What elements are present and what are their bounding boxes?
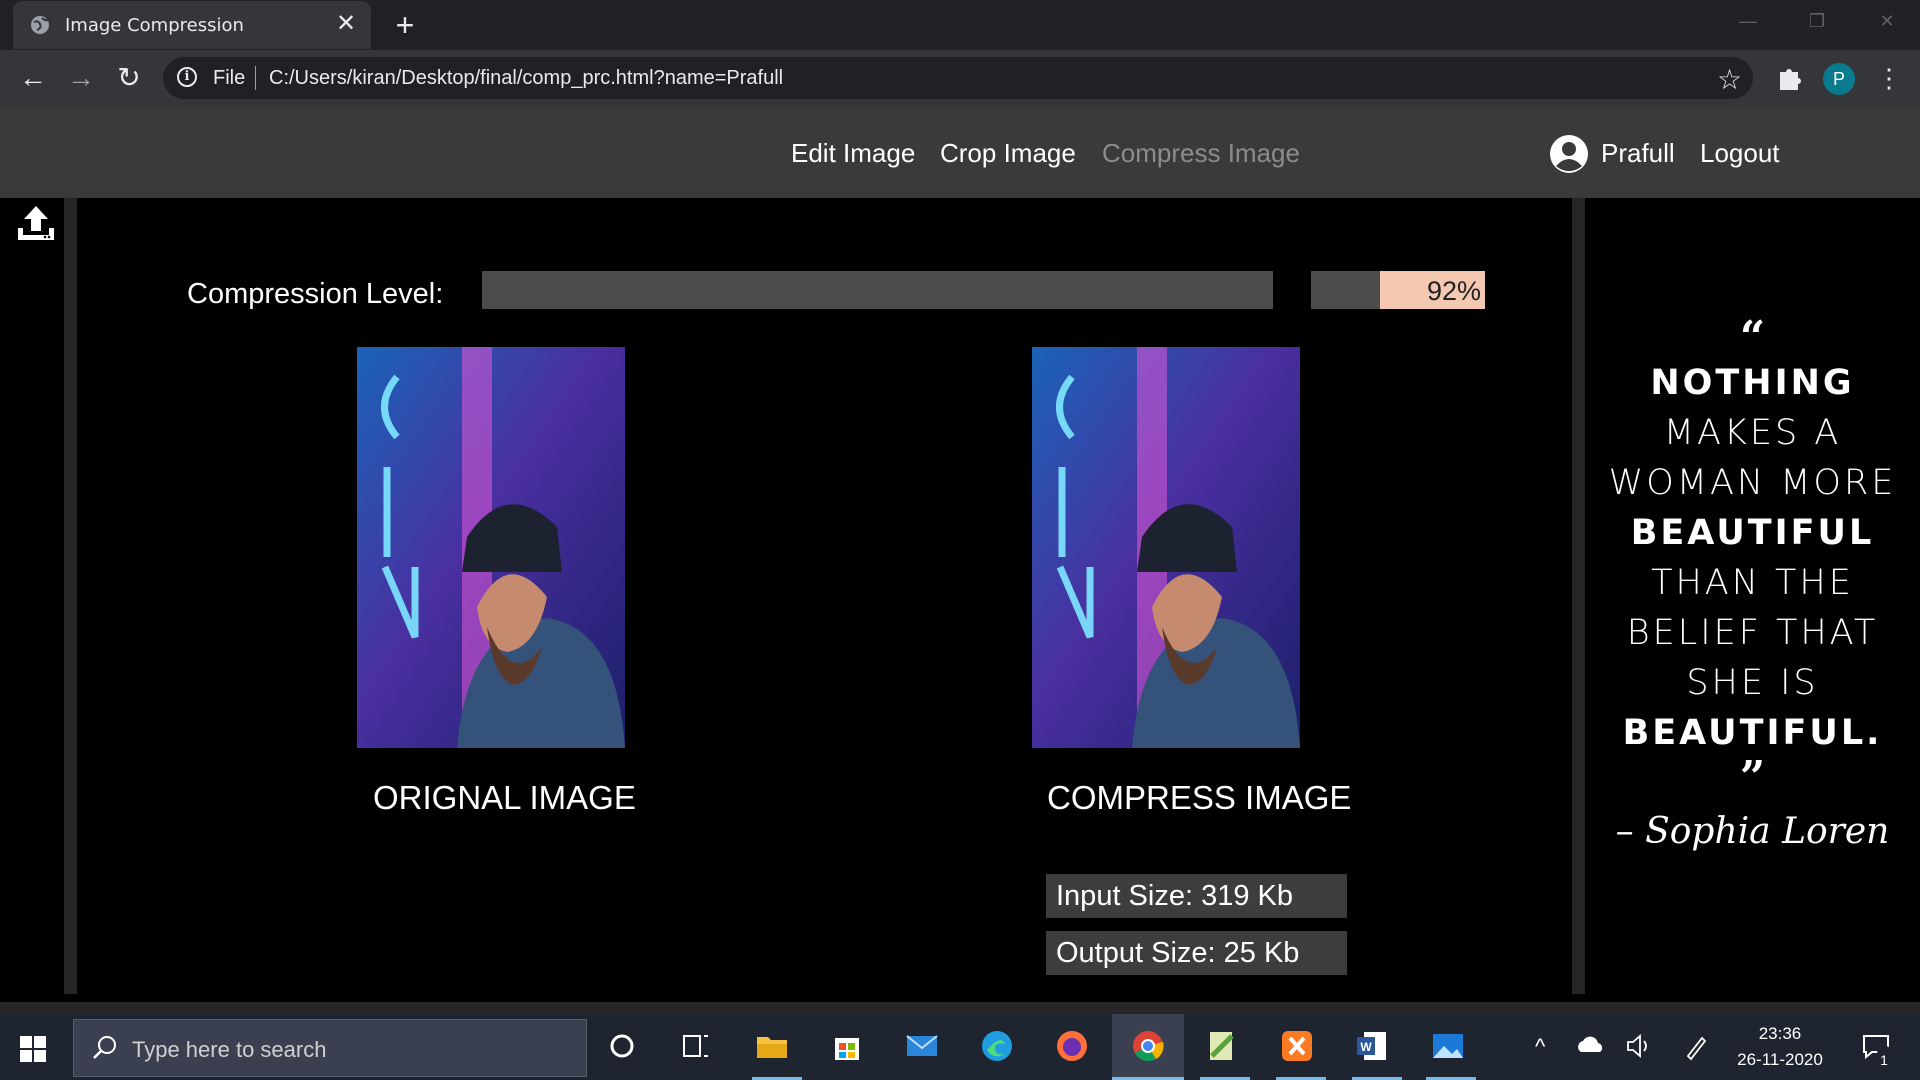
address-url[interactable]: C:/Users/kiran/Desktop/final/comp_prc.ht… [269, 67, 783, 90]
compression-slider-track[interactable] [482, 271, 1380, 309]
volume-icon[interactable] [1624, 1028, 1654, 1064]
cortana-icon[interactable] [604, 1028, 640, 1064]
quote-author: – Sophia Loren [1615, 811, 1890, 852]
microsoft-store-icon[interactable] [829, 1028, 865, 1064]
original-image-caption: ORIGNAL IMAGE [373, 779, 636, 816]
back-icon[interactable]: ← [14, 59, 52, 97]
xampp-icon[interactable] [1279, 1028, 1315, 1064]
quote-line: SHE IS [1686, 663, 1819, 703]
quote-line: MAKES A [1663, 413, 1842, 453]
windows-start-icon[interactable] [20, 1036, 46, 1062]
clock-time[interactable]: 23:36 [1730, 1024, 1830, 1044]
page-bottom-bar [0, 1002, 1920, 1014]
taskbar-search-box[interactable]: Type here to search [73, 1019, 587, 1077]
nav-crop-image[interactable]: Crop Image [940, 138, 1076, 169]
profile-avatar[interactable]: P [1823, 63, 1855, 95]
quote-close-mark: ” [1739, 752, 1766, 803]
user-name[interactable]: Prafull [1601, 138, 1675, 169]
address-bar[interactable]: i File C:/Users/kiran/Desktop/final/comp… [163, 57, 1753, 99]
quote-line: BELIEF THAT [1626, 613, 1879, 653]
quote-line: WOMAN MORE [1608, 463, 1897, 503]
windows-taskbar: Type here to search W ^ 23:36 26-11-2020… [0, 1014, 1920, 1080]
globe-icon [31, 16, 49, 34]
quote-line: THAN THE [1651, 563, 1854, 603]
web-page: Edit Image Crop Image Compress Image Pra… [0, 106, 1920, 1014]
top-navigation: Edit Image Crop Image Compress Image Pra… [0, 106, 1920, 198]
word-icon[interactable]: W [1354, 1028, 1390, 1064]
forward-icon[interactable]: → [62, 59, 100, 97]
photos-icon[interactable] [1430, 1028, 1466, 1064]
task-view-icon[interactable] [678, 1028, 714, 1064]
onedrive-cloud-icon[interactable] [1576, 1028, 1606, 1064]
left-sidebar [0, 198, 64, 998]
compression-level-label: Compression Level: [187, 278, 444, 310]
extensions-puzzle-icon[interactable] [1774, 63, 1804, 93]
svg-text:W: W [1360, 1040, 1372, 1054]
quote-open-mark: “ [1739, 312, 1766, 363]
compressed-image [1032, 347, 1300, 748]
tab-title: Image Compression [65, 15, 244, 36]
chrome-icon[interactable] [1130, 1028, 1166, 1064]
quote-panel: “ NOTHING MAKES A WOMAN MORE BEAUTIFUL T… [1585, 198, 1920, 994]
quote-line: NOTHING [1650, 363, 1855, 403]
right-divider [1572, 198, 1585, 994]
notification-count: 1 [1880, 1052, 1888, 1068]
quote-line: BEAUTIFUL. [1622, 713, 1883, 753]
original-image [357, 347, 625, 748]
close-tab-icon[interactable]: ✕ [333, 11, 359, 37]
file-explorer-icon[interactable] [754, 1028, 790, 1064]
upload-icon[interactable] [16, 204, 56, 244]
logout-link[interactable]: Logout [1700, 138, 1780, 169]
tray-chevron-icon[interactable]: ^ [1535, 1034, 1545, 1060]
left-divider [64, 198, 77, 994]
bookmark-star-icon[interactable]: ☆ [1717, 63, 1742, 96]
nav-edit-image[interactable]: Edit Image [791, 138, 915, 169]
compression-slider-thumb[interactable] [1273, 271, 1311, 309]
reload-icon[interactable]: ↻ [110, 59, 148, 97]
window-close-icon[interactable]: ✕ [1852, 0, 1920, 45]
user-account-icon [1550, 135, 1588, 173]
browser-tabstrip: Image Compression ✕ + — ❐ ✕ [0, 0, 1920, 50]
pen-workspace-icon[interactable] [1680, 1028, 1710, 1064]
address-scheme: File [213, 67, 246, 89]
compression-panel: Compression Level: 92% ORIGNAL IMAGE COM… [77, 198, 1572, 994]
mail-icon[interactable] [904, 1028, 940, 1064]
site-info-icon[interactable]: i [177, 67, 197, 87]
new-tab-button[interactable]: + [390, 9, 420, 41]
clock-date[interactable]: 26-11-2020 [1730, 1050, 1830, 1070]
browser-toolbar: ← → ↻ i File C:/Users/kiran/Desktop/fina… [0, 50, 1920, 106]
nav-compress-image[interactable]: Compress Image [1102, 138, 1300, 169]
compressed-image-caption: COMPRESS IMAGE [1047, 779, 1352, 816]
browser-tab[interactable]: Image Compression ✕ [13, 1, 371, 49]
compression-level-value: 92% [1380, 271, 1485, 309]
minimize-icon[interactable]: — [1713, 0, 1783, 45]
notepad-plus-icon[interactable] [1204, 1028, 1240, 1064]
edge-icon[interactable] [979, 1028, 1015, 1064]
restore-icon[interactable]: ❐ [1782, 0, 1852, 45]
firefox-icon[interactable] [1054, 1028, 1090, 1064]
address-separator [255, 66, 256, 90]
taskbar-search-placeholder: Type here to search [132, 1037, 327, 1062]
quote-block: “ NOTHING MAKES A WOMAN MORE BEAUTIFUL T… [1585, 312, 1920, 860]
input-size: Input Size: 319 Kb [1046, 874, 1347, 918]
search-icon [93, 1036, 116, 1059]
output-size: Output Size: 25 Kb [1046, 931, 1347, 975]
browser-menu-icon[interactable]: ⋮ [1876, 60, 1902, 96]
quote-line: BEAUTIFUL [1630, 513, 1875, 553]
